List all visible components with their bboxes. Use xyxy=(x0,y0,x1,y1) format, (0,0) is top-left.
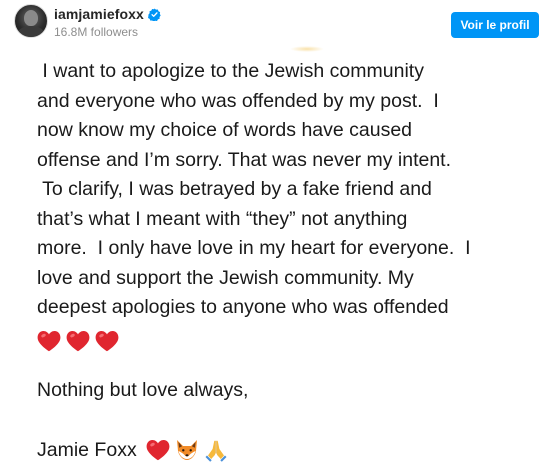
avatar-face xyxy=(24,10,38,26)
folded-hands-icon xyxy=(205,440,227,462)
post-line: offense and I’m sorry. That was never my… xyxy=(37,148,452,171)
post-line: and everyone who was offended by my post… xyxy=(37,89,439,112)
red-heart-icon xyxy=(146,440,170,461)
post-header: iamjamiefoxx 16.8M followers Voir le pro… xyxy=(0,0,550,48)
post-line: now know my choice of words have caused xyxy=(37,119,413,141)
fox-face-icon xyxy=(176,440,197,460)
avatar-shoulders xyxy=(18,26,44,37)
decorative-glow xyxy=(290,46,324,52)
follower-count: 16.8M followers xyxy=(54,25,139,39)
post-signature: Jamie Foxx xyxy=(37,438,137,461)
avatar[interactable] xyxy=(14,4,48,38)
red-heart-icon xyxy=(95,330,119,351)
view-profile-button[interactable]: Voir le profil xyxy=(451,12,539,38)
post-line: To clarify, I was betrayed by a fake fri… xyxy=(37,178,432,200)
post-line: that’s what I meant with “they” not anyt… xyxy=(37,207,408,230)
red-heart-icon xyxy=(66,330,90,351)
hearts-row xyxy=(37,327,547,355)
post-line: deepest apologies to anyone who was offe… xyxy=(37,296,449,318)
signature-row: Jamie Foxx xyxy=(37,438,228,462)
post-line: I want to apologize to the Jewish commun… xyxy=(37,60,424,82)
post-body: I want to apologize to the Jewish commun… xyxy=(37,57,547,355)
post-signoff: Nothing but love always, xyxy=(37,379,249,401)
verified-badge-icon xyxy=(147,7,161,21)
username-link[interactable]: iamjamiefoxx xyxy=(54,6,144,22)
post-line: more. I only have love in my heart for e… xyxy=(37,237,471,259)
red-heart-icon xyxy=(37,330,61,351)
post-line: love and support the Jewish community. M… xyxy=(37,266,414,289)
username-row: iamjamiefoxx xyxy=(54,6,161,22)
